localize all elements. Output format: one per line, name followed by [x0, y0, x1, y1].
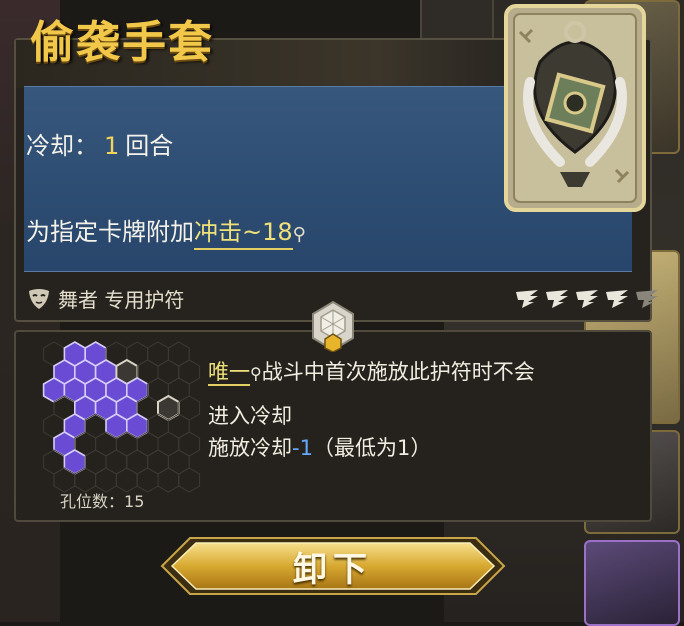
wing-icon [576, 290, 598, 308]
unique-trait-line: 唯一⚲战斗中首次施放此护符时不会 [208, 356, 535, 386]
socket-filled [63, 449, 86, 475]
socket-hex-grid [42, 341, 201, 493]
effect-text: 为指定卡牌附加冲击~18⚲ [26, 212, 306, 250]
wing-icon [516, 290, 538, 308]
gauntlet-relic-icon [504, 4, 646, 212]
socket-empty [157, 431, 180, 457]
socket-empty [84, 449, 107, 475]
cooldown-value: 1 [104, 132, 120, 160]
unique-keyword-link[interactable]: 唯一 [208, 360, 250, 386]
cast-cooldown-label: 施放冷却 [208, 436, 292, 460]
holes-label: 孔位数： [60, 492, 125, 511]
effect-prefix: 为指定卡牌附加 [26, 218, 194, 246]
unique-line2: 进入冷却 [208, 404, 292, 428]
unequip-label: 卸下 [293, 549, 373, 590]
side-card[interactable] [584, 540, 680, 626]
socket-empty [178, 395, 201, 421]
dancer-mask-icon [29, 289, 49, 309]
socket-empty [178, 467, 201, 493]
socket-empty [105, 449, 128, 475]
wing-icon [546, 290, 568, 308]
amulet-type-gem-icon [312, 300, 354, 352]
effect-keyword-link[interactable]: 冲击~18 [194, 218, 293, 250]
unequip-button[interactable]: 卸下 [160, 534, 506, 598]
socket-filled [42, 377, 66, 403]
socket-empty [167, 449, 190, 475]
socket-empty [178, 359, 201, 385]
cooldown-label: 冷却： [26, 132, 98, 160]
cooldown-unit: 回合 [125, 132, 174, 160]
wing-icon [606, 290, 628, 308]
socket-empty [157, 467, 180, 493]
tooltip-pin-icon: ⚲ [250, 364, 262, 383]
socket-empty [167, 341, 190, 367]
cast-cooldown-line: 施放冷却-1（最低为1） [208, 432, 431, 462]
cast-cooldown-note: （最低为1） [312, 436, 432, 460]
socket-count: 孔位数：15 [60, 488, 144, 512]
rarity-wings [514, 288, 660, 310]
amulet-title: 偷袭手套 [30, 17, 214, 68]
socket-open [157, 395, 180, 421]
socket-empty [126, 449, 149, 475]
unique-line1: 战斗中首次施放此护符时不会 [261, 360, 535, 384]
socket-filled [105, 413, 128, 439]
tooltip-pin-icon: ⚲ [292, 224, 306, 245]
holes-value: 15 [124, 492, 145, 511]
socket-empty [157, 359, 180, 385]
socket-empty [147, 341, 169, 367]
socket-empty [147, 449, 169, 475]
cast-cooldown-value: -1 [292, 436, 313, 460]
wing-icon [636, 290, 658, 308]
socket-empty [178, 431, 201, 457]
owner-label: 舞者 专用护符 [58, 287, 185, 312]
socket-filled [125, 413, 149, 439]
cooldown-text: 冷却： 1 回合 [26, 126, 173, 161]
owner-row: 舞者 专用护符 [26, 283, 184, 313]
